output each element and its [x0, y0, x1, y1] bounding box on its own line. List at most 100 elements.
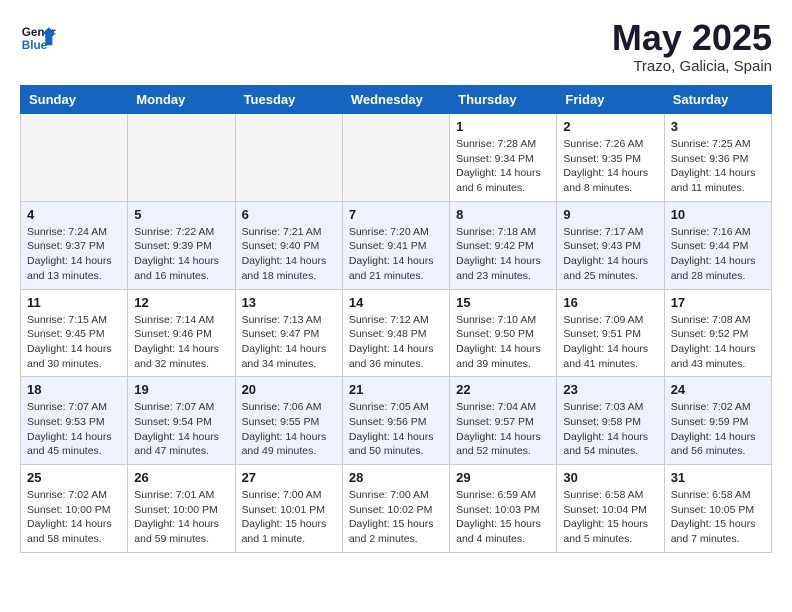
day-info: Sunrise: 7:15 AM Sunset: 9:45 PM Dayligh… [27, 313, 121, 372]
week-row-1: 1Sunrise: 7:28 AM Sunset: 9:34 PM Daylig… [21, 114, 772, 202]
calendar-cell: 2 Sunrise: 7:26 AM Sunset: 9:35 PM Daylig… [557, 114, 664, 202]
day-info: Sunrise: 7:03 AM Sunset: 9:58 PM Dayligh… [563, 400, 657, 459]
calendar-cell: 16 Sunrise: 7:09 AM Sunset: 9:51 PM Dayli… [557, 289, 664, 377]
calendar-cell: 7 Sunrise: 7:20 AM Sunset: 9:41 PM Daylig… [342, 201, 449, 289]
day-info: Sunrise: 7:02 AM Sunset: 9:59 PM Dayligh… [671, 400, 765, 459]
day-number: 29 [456, 470, 550, 485]
calendar-cell [235, 114, 342, 202]
calendar-cell: 31Sunrise: 6:58 AM Sunset: 10:05 PM Dayl… [664, 465, 771, 553]
day-number: 11 [27, 295, 121, 310]
day-number: 26 [134, 470, 228, 485]
calendar-cell [128, 114, 235, 202]
main-title: May 2025 [612, 20, 772, 56]
day-number: 4 [27, 207, 121, 222]
day-number: 2 [563, 119, 657, 134]
day-number: 12 [134, 295, 228, 310]
day-number: 19 [134, 382, 228, 397]
calendar-cell: 13Sunrise: 7:13 AM Sunset: 9:47 PM Dayli… [235, 289, 342, 377]
day-number: 17 [671, 295, 765, 310]
calendar-cell: 18 Sunrise: 7:07 AM Sunset: 9:53 PM Dayli… [21, 377, 128, 465]
svg-text:Blue: Blue [22, 39, 48, 52]
day-number: 18 [27, 382, 121, 397]
day-number: 31 [671, 470, 765, 485]
day-info: Sunrise: 7:06 AM Sunset: 9:55 PM Dayligh… [242, 400, 336, 459]
calendar-cell: 10 Sunrise: 7:16 AM Sunset: 9:44 PM Dayli… [664, 201, 771, 289]
page: General Blue May 2025 Trazo, Galicia, Sp… [0, 0, 792, 563]
day-info: Sunrise: 7:18 AM Sunset: 9:42 PM Dayligh… [456, 225, 550, 284]
col-wednesday: Wednesday [342, 86, 449, 114]
day-number: 6 [242, 207, 336, 222]
logo-icon: General Blue [20, 20, 56, 56]
day-info: Sunrise: 7:07 AM Sunset: 9:54 PM Dayligh… [134, 400, 228, 459]
col-tuesday: Tuesday [235, 86, 342, 114]
calendar-cell: 23Sunrise: 7:03 AM Sunset: 9:58 PM Dayli… [557, 377, 664, 465]
day-info: Sunrise: 7:08 AM Sunset: 9:52 PM Dayligh… [671, 313, 765, 372]
calendar-cell [21, 114, 128, 202]
day-info: Sunrise: 7:25 AM Sunset: 9:36 PM Dayligh… [671, 137, 765, 196]
day-info: Sunrise: 7:04 AM Sunset: 9:57 PM Dayligh… [456, 400, 550, 459]
day-info: Sunrise: 7:24 AM Sunset: 9:37 PM Dayligh… [27, 225, 121, 284]
day-number: 22 [456, 382, 550, 397]
calendar-cell: 9Sunrise: 7:17 AM Sunset: 9:43 PM Daylig… [557, 201, 664, 289]
calendar-cell: 27Sunrise: 7:00 AM Sunset: 10:01 PM Dayl… [235, 465, 342, 553]
calendar-cell: 15Sunrise: 7:10 AM Sunset: 9:50 PM Dayli… [450, 289, 557, 377]
calendar-cell [342, 114, 449, 202]
day-info: Sunrise: 7:05 AM Sunset: 9:56 PM Dayligh… [349, 400, 443, 459]
day-number: 24 [671, 382, 765, 397]
day-info: Sunrise: 7:22 AM Sunset: 9:39 PM Dayligh… [134, 225, 228, 284]
day-number: 14 [349, 295, 443, 310]
calendar-cell: 24 Sunrise: 7:02 AM Sunset: 9:59 PM Dayli… [664, 377, 771, 465]
calendar-cell: 3 Sunrise: 7:25 AM Sunset: 9:36 PM Daylig… [664, 114, 771, 202]
day-info: Sunrise: 7:13 AM Sunset: 9:47 PM Dayligh… [242, 313, 336, 372]
day-info: Sunrise: 7:20 AM Sunset: 9:41 PM Dayligh… [349, 225, 443, 284]
day-number: 1 [456, 119, 550, 134]
col-sunday: Sunday [21, 86, 128, 114]
calendar-cell: 29 Sunrise: 6:59 AM Sunset: 10:03 PM Dayl… [450, 465, 557, 553]
header-row: Sunday Monday Tuesday Wednesday Thursday… [21, 86, 772, 114]
day-number: 16 [563, 295, 657, 310]
calendar-cell: 21 Sunrise: 7:05 AM Sunset: 9:56 PM Dayli… [342, 377, 449, 465]
day-info: Sunrise: 6:58 AM Sunset: 10:04 PM Daylig… [563, 488, 657, 547]
day-info: Sunrise: 6:59 AM Sunset: 10:03 PM Daylig… [456, 488, 550, 547]
header: General Blue May 2025 Trazo, Galicia, Sp… [20, 20, 772, 75]
calendar-cell: 4 Sunrise: 7:24 AM Sunset: 9:37 PM Daylig… [21, 201, 128, 289]
day-number: 28 [349, 470, 443, 485]
calendar-cell: 28 Sunrise: 7:00 AM Sunset: 10:02 PM Dayl… [342, 465, 449, 553]
day-info: Sunrise: 7:07 AM Sunset: 9:53 PM Dayligh… [27, 400, 121, 459]
calendar-cell: 14 Sunrise: 7:12 AM Sunset: 9:48 PM Dayli… [342, 289, 449, 377]
col-monday: Monday [128, 86, 235, 114]
calendar-cell: 5 Sunrise: 7:22 AM Sunset: 9:39 PM Daylig… [128, 201, 235, 289]
day-info: Sunrise: 7:09 AM Sunset: 9:51 PM Dayligh… [563, 313, 657, 372]
calendar-cell: 20Sunrise: 7:06 AM Sunset: 9:55 PM Dayli… [235, 377, 342, 465]
calendar-cell: 25Sunrise: 7:02 AM Sunset: 10:00 PM Dayl… [21, 465, 128, 553]
calendar-cell: 6Sunrise: 7:21 AM Sunset: 9:40 PM Daylig… [235, 201, 342, 289]
subtitle: Trazo, Galicia, Spain [612, 58, 772, 75]
day-info: Sunrise: 7:00 AM Sunset: 10:02 PM Daylig… [349, 488, 443, 547]
day-number: 5 [134, 207, 228, 222]
day-number: 25 [27, 470, 121, 485]
week-row-3: 11 Sunrise: 7:15 AM Sunset: 9:45 PM Dayli… [21, 289, 772, 377]
calendar-cell: 17 Sunrise: 7:08 AM Sunset: 9:52 PM Dayli… [664, 289, 771, 377]
col-friday: Friday [557, 86, 664, 114]
week-row-4: 18 Sunrise: 7:07 AM Sunset: 9:53 PM Dayli… [21, 377, 772, 465]
day-info: Sunrise: 7:16 AM Sunset: 9:44 PM Dayligh… [671, 225, 765, 284]
day-number: 30 [563, 470, 657, 485]
week-row-5: 25Sunrise: 7:02 AM Sunset: 10:00 PM Dayl… [21, 465, 772, 553]
calendar-cell: 22 Sunrise: 7:04 AM Sunset: 9:57 PM Dayli… [450, 377, 557, 465]
day-number: 27 [242, 470, 336, 485]
logo: General Blue [20, 20, 56, 56]
day-info: Sunrise: 7:12 AM Sunset: 9:48 PM Dayligh… [349, 313, 443, 372]
calendar-cell: 19 Sunrise: 7:07 AM Sunset: 9:54 PM Dayli… [128, 377, 235, 465]
calendar-cell: 8 Sunrise: 7:18 AM Sunset: 9:42 PM Daylig… [450, 201, 557, 289]
title-block: May 2025 Trazo, Galicia, Spain [612, 20, 772, 75]
calendar-cell: 11 Sunrise: 7:15 AM Sunset: 9:45 PM Dayli… [21, 289, 128, 377]
day-number: 10 [671, 207, 765, 222]
day-number: 21 [349, 382, 443, 397]
day-number: 9 [563, 207, 657, 222]
day-number: 8 [456, 207, 550, 222]
col-saturday: Saturday [664, 86, 771, 114]
day-number: 15 [456, 295, 550, 310]
day-number: 3 [671, 119, 765, 134]
day-number: 7 [349, 207, 443, 222]
day-info: Sunrise: 7:26 AM Sunset: 9:35 PM Dayligh… [563, 137, 657, 196]
